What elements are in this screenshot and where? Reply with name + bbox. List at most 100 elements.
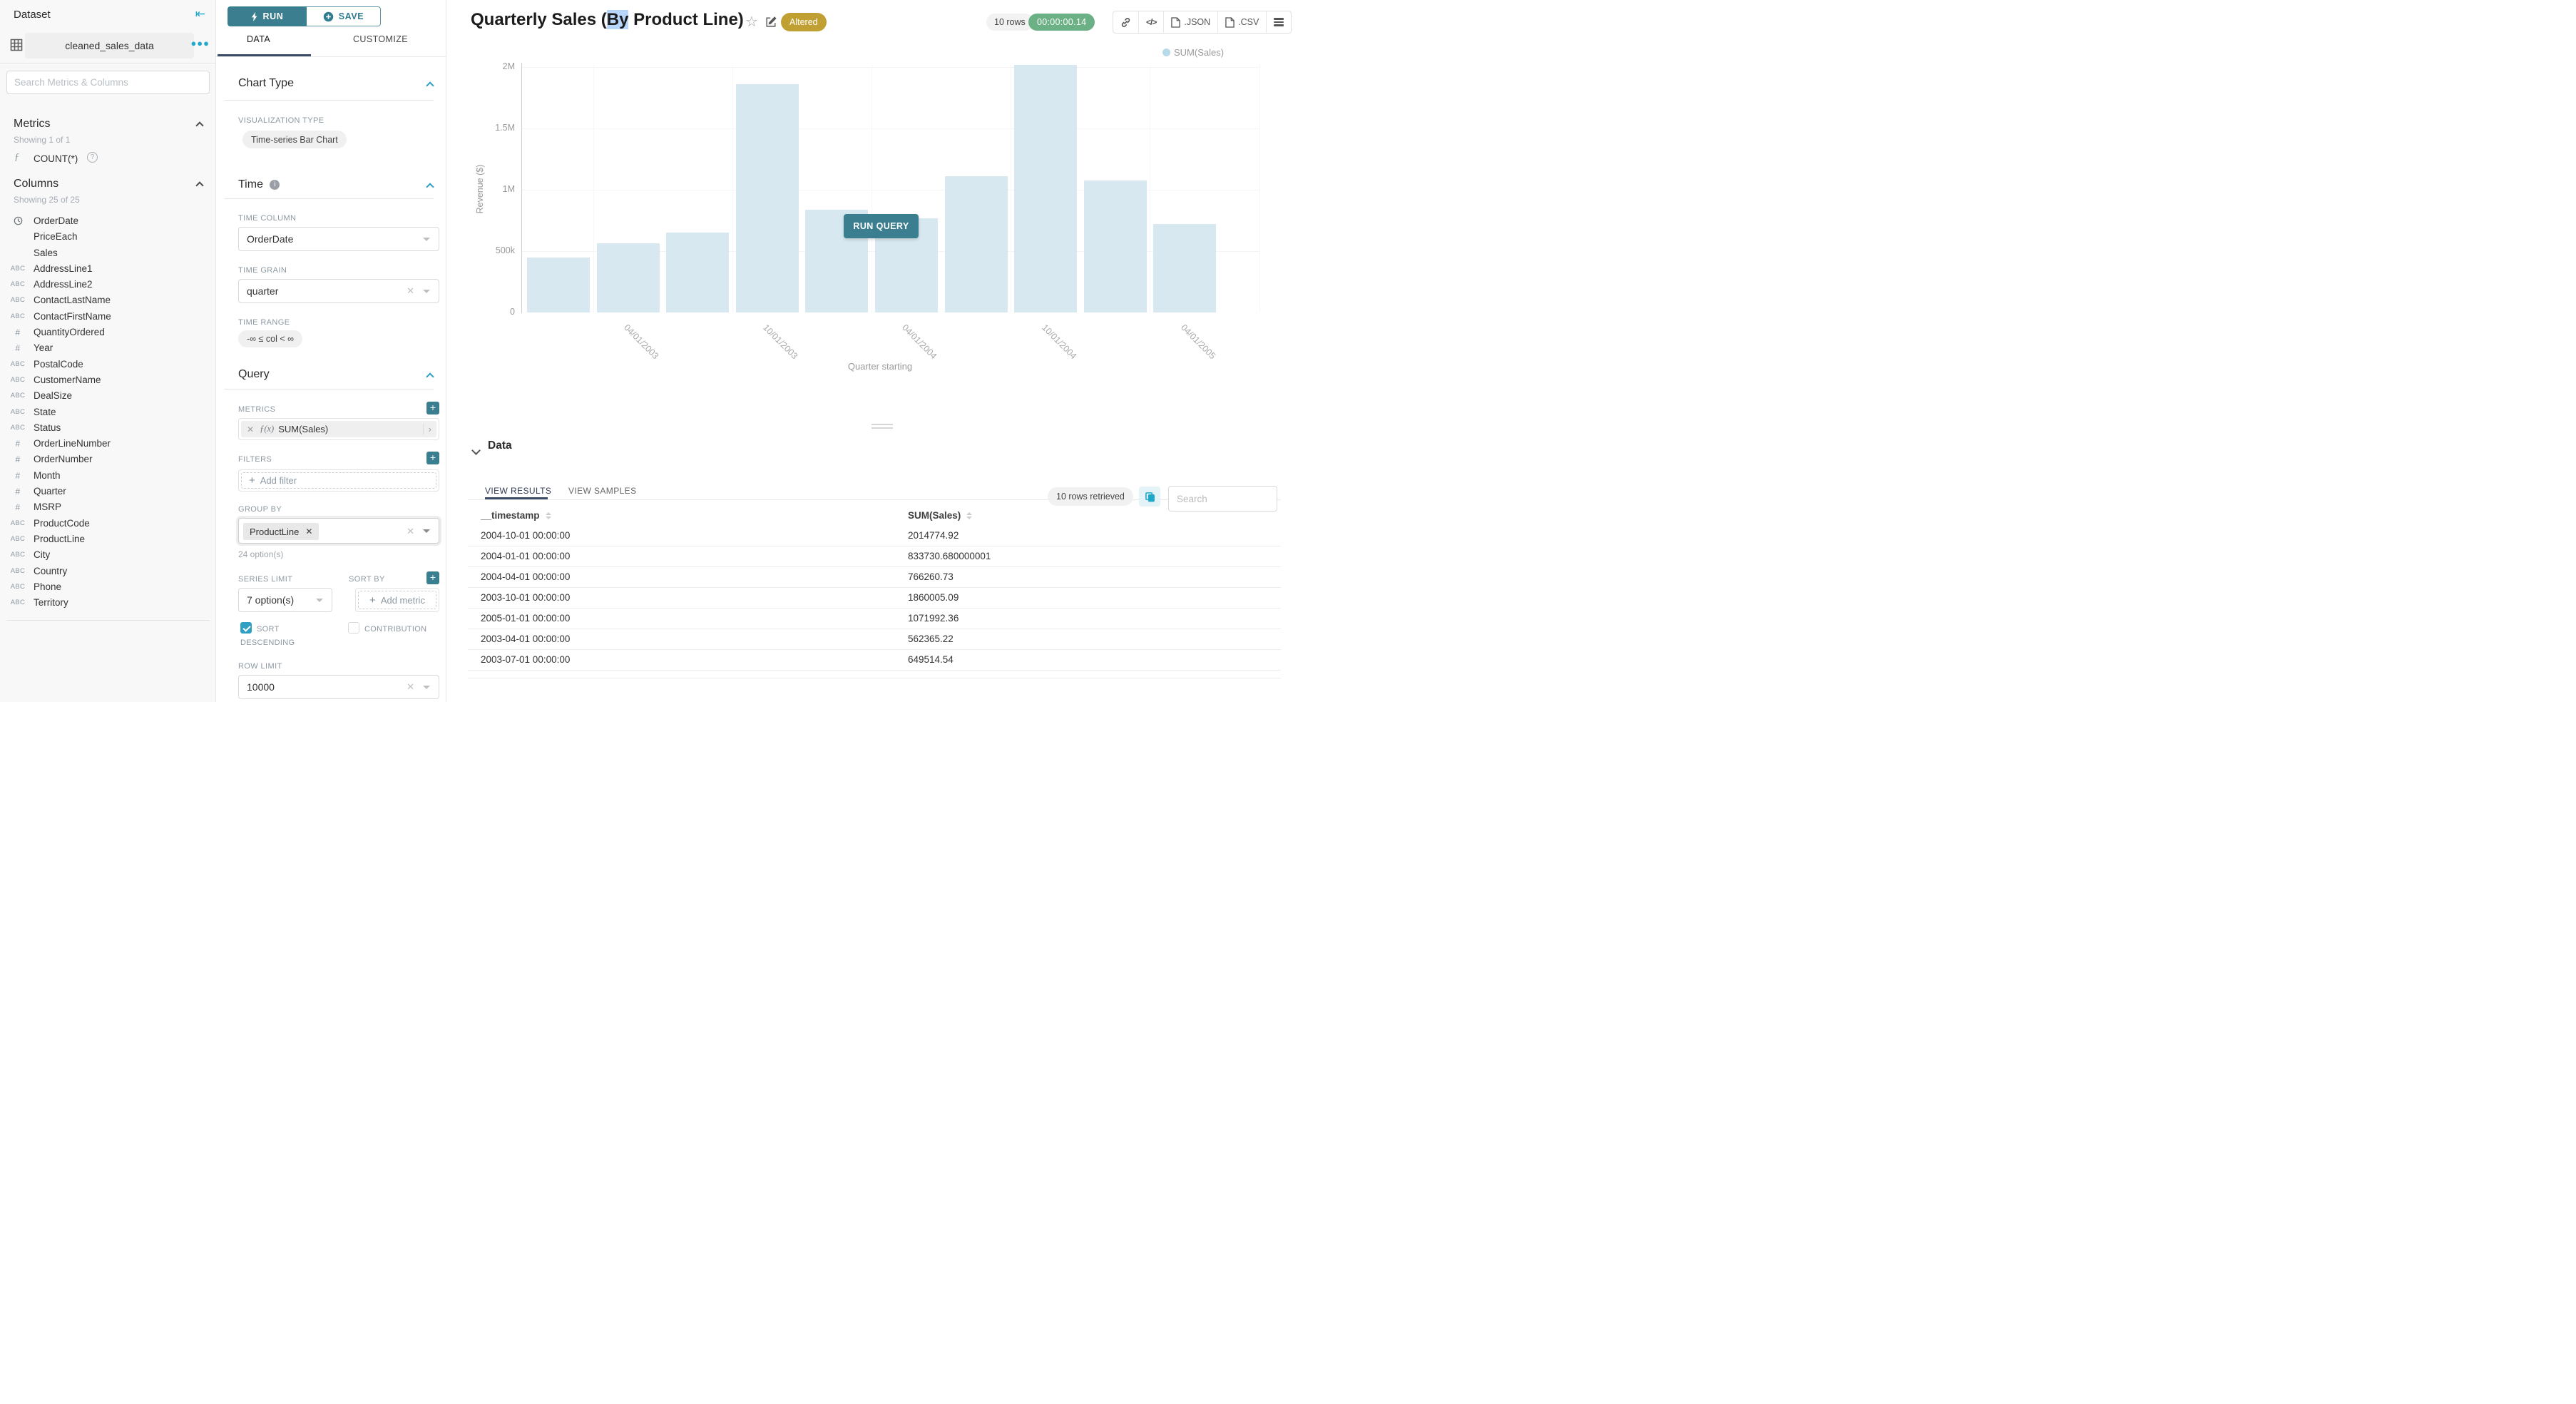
column-item-territory[interactable]: ABCTerritory (0, 595, 216, 611)
embed-code-icon[interactable]: </> (1139, 11, 1164, 33)
copy-icon[interactable] (1139, 487, 1160, 507)
group-by-helper: 24 option(s) (238, 549, 283, 559)
column-header-sum-sales[interactable]: SUM(Sales) (908, 510, 972, 521)
chart-legend[interactable]: SUM(Sales) (1162, 47, 1224, 58)
column-item-year[interactable]: #Year (0, 340, 216, 356)
tab-customize[interactable]: CUSTOMIZE (353, 34, 408, 44)
export-json-button[interactable]: .JSON (1164, 11, 1218, 33)
metric-pill[interactable]: ✕ ƒ(x) SUM(Sales) › (241, 421, 436, 437)
column-item-month[interactable]: #Month (0, 468, 216, 484)
chevron-down-icon[interactable] (471, 446, 481, 455)
time-range-value[interactable]: -∞ ≤ col < ∞ (238, 330, 302, 347)
dataset-more-icon[interactable]: ●●● (190, 38, 210, 49)
column-item-orderlinenumber[interactable]: #OrderLineNumber (0, 436, 216, 452)
column-item-addressline1[interactable]: ABCAddressLine1 (0, 261, 216, 277)
question-circle-icon[interactable]: ? (87, 152, 98, 163)
export-csv-button[interactable]: .CSV (1218, 11, 1267, 33)
column-item-sales[interactable]: Sales (0, 245, 216, 261)
table-search-input[interactable] (1168, 486, 1277, 512)
y-tick-label: 0 (472, 307, 515, 317)
chevron-up-icon[interactable] (426, 81, 434, 89)
bar-2004-10-01[interactable] (1014, 65, 1077, 312)
metric-item-count[interactable]: ƒ COUNT(*) ? (0, 150, 216, 168)
save-button[interactable]: SAVE (307, 6, 381, 26)
column-item-msrp[interactable]: #MSRP (0, 499, 216, 515)
remove-tag-icon[interactable]: ✕ (305, 526, 312, 536)
column-item-quantityordered[interactable]: #QuantityOrdered (0, 325, 216, 340)
collapse-left-icon[interactable]: ⇤ (195, 7, 205, 21)
row-limit-select[interactable]: 10000 ✕ (238, 675, 439, 699)
search-metrics-columns-input[interactable] (6, 71, 210, 94)
text-icon: ABC (7, 388, 29, 404)
column-item-state[interactable]: ABCState (0, 405, 216, 420)
column-item-status[interactable]: ABCStatus (0, 420, 216, 436)
bar-2005-01-01[interactable] (1084, 180, 1147, 312)
clear-icon[interactable]: ✕ (407, 285, 414, 297)
column-item-postalcode[interactable]: ABCPostalCode (0, 357, 216, 372)
bar-2003-01-01[interactable] (527, 258, 590, 312)
column-item-quarter[interactable]: #Quarter (0, 484, 216, 499)
tab-view-samples[interactable]: VIEW SAMPLES (568, 486, 637, 496)
clear-icon[interactable]: ✕ (407, 526, 414, 537)
bar-2003-07-01[interactable] (666, 233, 729, 312)
column-item-customername[interactable]: ABCCustomerName (0, 372, 216, 388)
bar-2005-04-01[interactable] (1153, 224, 1216, 312)
bar-2004-07-01[interactable] (945, 176, 1008, 312)
chevron-up-icon[interactable] (426, 372, 434, 380)
add-sort-metric-plus-button[interactable]: + (426, 571, 439, 584)
tab-data[interactable]: DATA (247, 34, 270, 44)
group-by-select[interactable]: ProductLine ✕ ✕ (238, 518, 439, 544)
run-button[interactable]: RUN (228, 6, 307, 26)
page-title[interactable]: Quarterly Sales (By Product Line) (471, 10, 744, 30)
column-item-dealsize[interactable]: ABCDealSize (0, 388, 216, 404)
visualization-type-value[interactable]: Time-series Bar Chart (242, 131, 347, 148)
column-item-priceeach[interactable]: PriceEach (0, 229, 216, 245)
bar-2003-10-01[interactable] (736, 84, 799, 312)
link-icon[interactable] (1113, 11, 1139, 33)
column-item-productcode[interactable]: ABCProductCode (0, 516, 216, 531)
x-tick-label: 10/01/2003 (761, 322, 799, 361)
chevron-right-icon[interactable]: › (423, 424, 436, 434)
control-panel: RUN SAVE DATA CUSTOMIZE Chart Type VISUA… (216, 0, 446, 702)
group-by-tag[interactable]: ProductLine ✕ (243, 523, 319, 540)
x-axis-title: Quarter starting (809, 361, 951, 372)
column-item-country[interactable]: ABCCountry (0, 564, 216, 579)
table-row: 2003-04-01 00:00:00562365.22 (468, 629, 1281, 650)
chevron-up-icon[interactable] (195, 121, 203, 129)
column-item-productline[interactable]: ABCProductLine (0, 531, 216, 547)
menu-icon[interactable] (1267, 11, 1291, 33)
panel-resize-handle[interactable] (872, 424, 893, 431)
edit-icon[interactable] (765, 16, 777, 31)
run-query-button[interactable]: RUN QUERY (844, 214, 919, 238)
add-metric-plus-button[interactable]: + (426, 402, 439, 414)
series-limit-select[interactable]: 7 option(s) (238, 588, 332, 612)
bar-2003-04-01[interactable] (597, 243, 660, 312)
column-header-timestamp[interactable]: __timestamp (481, 510, 551, 521)
dataset-name[interactable]: cleaned_sales_data (25, 33, 194, 58)
file-icon (1171, 17, 1180, 28)
add-sort-metric-button[interactable]: + Add metric (358, 591, 436, 609)
add-filter-button[interactable]: + Add filter (241, 472, 436, 489)
metric-pill-label: SUM(Sales) (278, 424, 328, 434)
add-filter-plus-button[interactable]: + (426, 452, 439, 464)
metrics-header: Metrics (14, 118, 51, 131)
sort-descending-checkbox[interactable] (240, 622, 252, 634)
column-item-addressline2[interactable]: ABCAddressLine2 (0, 277, 216, 292)
tab-view-results[interactable]: VIEW RESULTS (485, 486, 551, 496)
column-item-city[interactable]: ABCCity (0, 547, 216, 563)
remove-icon[interactable]: ✕ (241, 424, 260, 434)
chevron-up-icon[interactable] (195, 181, 203, 189)
column-item-orderdate[interactable]: OrderDate (0, 213, 216, 229)
bolt-icon (251, 12, 258, 21)
time-column-select[interactable]: OrderDate (238, 227, 439, 251)
time-grain-select[interactable]: quarter ✕ (238, 279, 439, 303)
column-item-contactfirstname[interactable]: ABCContactFirstName (0, 309, 216, 325)
column-item-ordernumber[interactable]: #OrderNumber (0, 452, 216, 467)
contribution-checkbox[interactable] (348, 622, 359, 634)
clear-icon[interactable]: ✕ (407, 681, 414, 693)
chevron-up-icon[interactable] (426, 183, 434, 190)
column-item-phone[interactable]: ABCPhone (0, 579, 216, 595)
star-icon[interactable]: ☆ (745, 13, 758, 31)
altered-badge[interactable]: Altered (781, 13, 827, 31)
column-item-contactlastname[interactable]: ABCContactLastName (0, 292, 216, 308)
